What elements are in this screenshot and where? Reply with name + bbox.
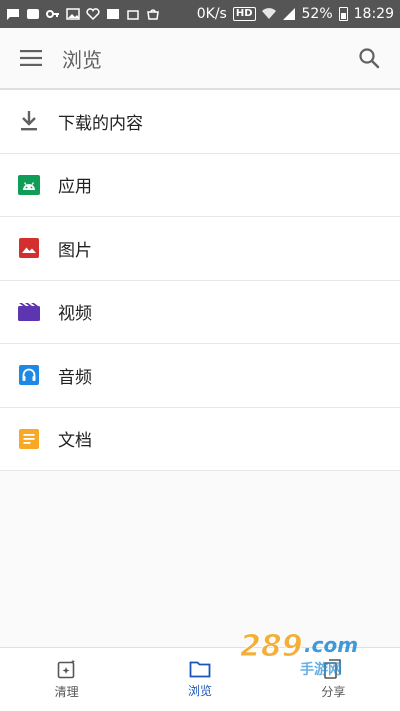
status-system: 0K/s HD 52% 18:29	[197, 6, 394, 22]
network-speed: 0K/s	[196, 6, 227, 22]
list-item-label: 音频	[58, 367, 92, 388]
key-icon	[46, 10, 59, 18]
list-item-downloads[interactable]: 下载的内容	[0, 90, 400, 154]
wifi-icon	[261, 8, 276, 19]
heart-icon	[86, 8, 100, 20]
app-notification-icon	[27, 9, 39, 19]
nav-item-browse[interactable]: 浏览	[133, 648, 266, 711]
status-notifications	[6, 8, 160, 20]
list-item-label: 下载的内容	[58, 113, 143, 134]
android-icon	[0, 174, 58, 195]
search-button[interactable]	[338, 27, 400, 89]
clean-icon	[57, 659, 75, 679]
hamburger-icon	[20, 50, 42, 66]
signal-icon	[282, 8, 295, 20]
headphones-icon	[0, 365, 58, 386]
message-icon	[7, 9, 19, 20]
browse-list: 下载的内容 应用 图片 视频 音频 文档	[0, 90, 400, 471]
list-item-label: 图片	[58, 240, 92, 261]
hd-badge: HD	[232, 7, 256, 21]
shopping-icon	[147, 9, 159, 20]
list-item-label: 应用	[58, 177, 92, 198]
document-icon	[0, 428, 58, 449]
clock: 18:29	[353, 6, 394, 22]
nav-label: 浏览	[187, 684, 212, 698]
download-icon	[0, 110, 58, 132]
image-notification-icon	[66, 8, 80, 20]
list-item-audio[interactable]: 音频	[0, 344, 400, 408]
nav-item-clean[interactable]: 清理	[0, 648, 133, 711]
bottom-nav: 清理 浏览 分享	[0, 647, 400, 711]
menu-button[interactable]	[0, 27, 62, 89]
folder-icon	[189, 661, 211, 678]
nav-item-share[interactable]: 分享	[267, 648, 400, 711]
share-icon	[324, 659, 342, 679]
status-bar: 0K/s HD 52% 18:29	[0, 0, 400, 28]
list-item-label: 文档	[58, 431, 92, 452]
image-icon	[0, 238, 58, 259]
nav-label: 清理	[54, 685, 79, 699]
list-item-documents[interactable]: 文档	[0, 407, 400, 471]
page-title: 浏览	[62, 47, 102, 72]
photo-icon	[107, 9, 119, 19]
list-item-videos[interactable]: 视频	[0, 280, 400, 344]
list-item-label: 视频	[58, 304, 92, 325]
bag-icon	[127, 10, 139, 20]
search-icon	[359, 48, 380, 69]
video-icon	[0, 302, 58, 321]
battery-icon	[338, 7, 348, 21]
app-bar: 浏览	[0, 28, 400, 90]
nav-label: 分享	[321, 685, 346, 699]
list-item-images[interactable]: 图片	[0, 217, 400, 281]
battery-percent: 52%	[301, 6, 333, 22]
list-item-apps[interactable]: 应用	[0, 153, 400, 217]
